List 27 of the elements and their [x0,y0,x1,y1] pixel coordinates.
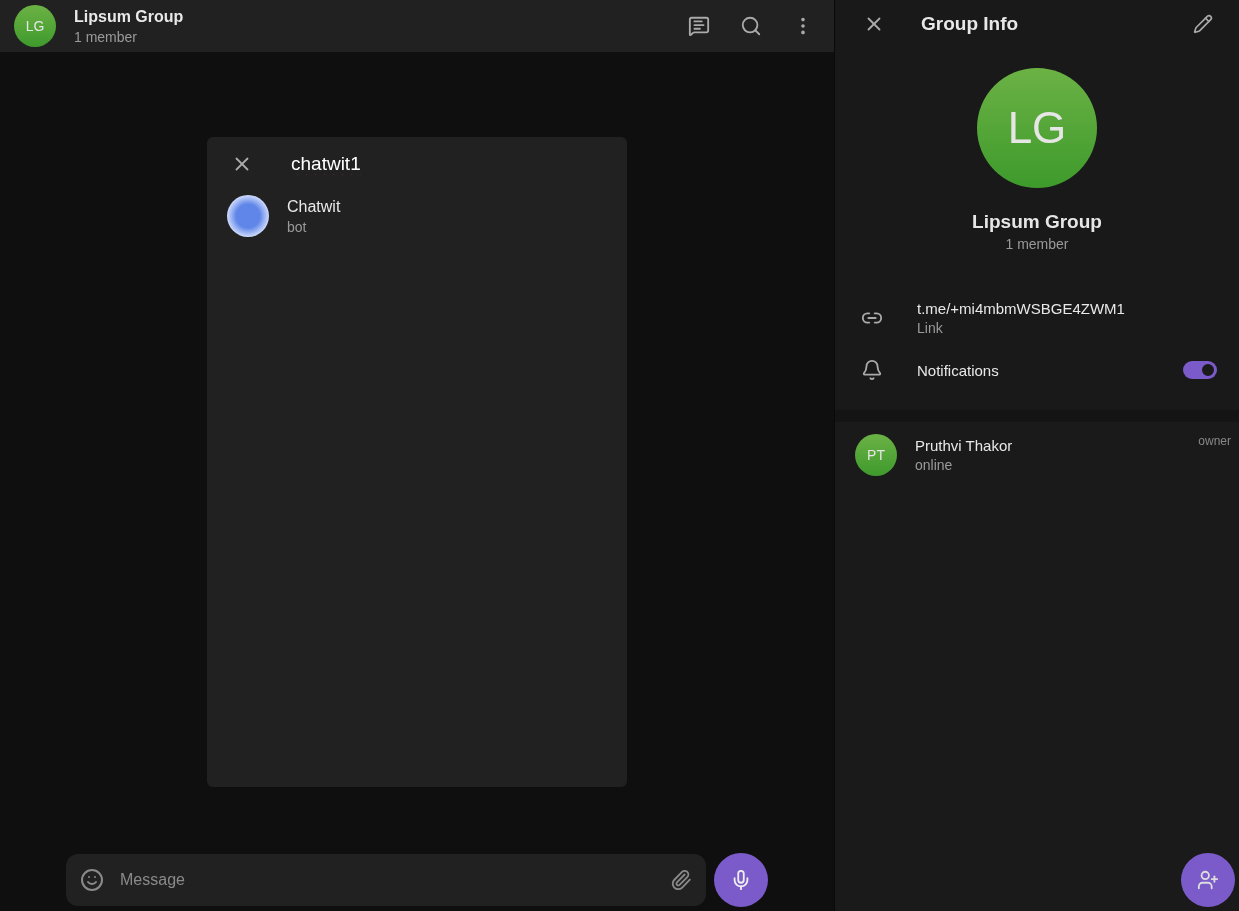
result-name[interactable]: Chatwit [287,197,607,216]
group-avatar: LG [977,68,1097,188]
emoji-icon[interactable] [80,868,104,892]
notifications-label: Notifications [917,361,1000,379]
invite-link[interactable]: t.me/+mi4mbmWSBGE4ZWM1 [917,300,1217,317]
member-avatar: PT [855,434,897,476]
add-user-icon [1197,869,1219,891]
member-count: 1 member [1005,236,1069,252]
microphone-button[interactable] [714,853,768,907]
group-name: Lipsum Group [972,211,1102,233]
search-field[interactable]: chatwit1 [289,152,609,176]
chat-title: Lipsum Group [74,7,185,26]
member-count: 1 member [74,28,139,45]
message-input[interactable]: Message [118,870,656,890]
bell-icon [861,359,883,381]
result-subtitle: bot [287,218,308,235]
member-role: owner [1198,434,1231,448]
attach-icon[interactable] [670,869,692,891]
message-field[interactable]: Message [66,854,706,906]
member-name[interactable]: Pruthvi Thakor [915,437,1181,454]
member-status: online [915,457,954,473]
bot-avatar [227,195,269,237]
group-avatar: LG [14,5,56,47]
link-label: Link [917,320,944,336]
add-member-button[interactable] [1181,853,1235,907]
panel-title: Group Info [921,13,1020,35]
notifications-toggle[interactable] [1183,361,1217,379]
